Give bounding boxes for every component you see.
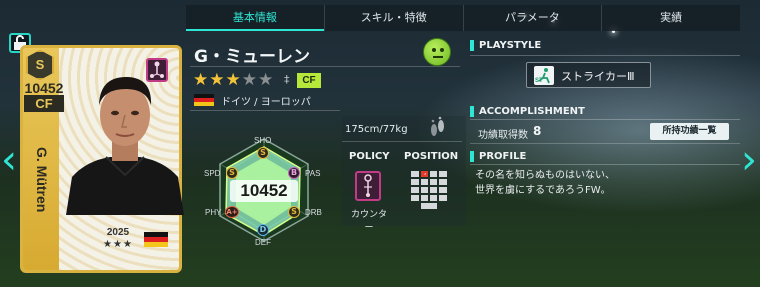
grade-badge-def: D [257,224,269,236]
grade-badge-phy: A+ [225,206,239,218]
grade-badge-sho: S [257,147,269,159]
accomplishment-label: 功績取得数 [478,130,528,141]
star-filled-icon: ★ [209,70,226,90]
nationality: ドイツ / ヨーロッパ [221,97,311,108]
profile-line: その名を知らぬものはいない、 [475,170,615,181]
divider [190,66,460,67]
grade-badge-pas: B [288,167,300,179]
axis-label-phy: PHY [205,208,222,217]
playstyle-header: PLAYSTYLE [479,40,542,51]
axis-label-drb: DRB [305,208,322,217]
divider [470,119,740,120]
tab-bar: 基本情報 スキル・特徴 パラメータ 実績 [186,5,740,31]
star-filled-icon: ★ [225,70,242,90]
counter-policy-icon[interactable] [355,171,381,201]
tab-parameters[interactable]: パラメータ [464,5,603,31]
accomplishment-count: 8 [533,124,542,138]
tab-achievements[interactable]: 実績 [602,5,740,31]
profile-line: 世界を虜にするであろうFW。 [475,185,611,196]
divider [190,110,340,111]
expand-icon: ‡ [284,73,290,86]
position-header: POSITION [404,151,459,162]
playstyle-icon-text: ST [535,78,543,84]
card-overall-rating: 10452 [24,80,64,96]
striker-icon: ST [534,66,554,85]
section-marker [470,151,474,162]
height-weight: 175cm/77kg [345,124,408,135]
card-player-name: G. Mütren [34,147,50,213]
position-tag: CF [297,73,321,88]
position-map[interactable] [408,169,450,211]
tab-skills-traits[interactable]: スキル・特徴 [325,5,464,31]
next-player-arrow-icon[interactable]: › [740,140,758,184]
star-filled-icon: ★ [193,70,210,90]
playstyle-value: ストライカーⅢ [561,70,635,83]
section-marker [470,40,474,51]
player-portrait [66,65,184,215]
axis-label-spd: SPD [204,169,221,178]
divider [470,143,740,144]
germany-flag-icon [194,94,214,106]
footprint-icon [428,116,446,138]
section-marker [470,106,474,117]
axis-label-def: DEF [255,238,271,247]
star-empty-icon: ★ [258,70,275,90]
previous-player-arrow-icon[interactable]: ‹ [0,140,18,184]
card-year: 2025 [106,227,130,238]
axis-label-sho: SHO [254,136,272,145]
star-empty-icon: ★ [241,70,258,90]
divider [342,141,462,142]
grade-badge-drb: S [288,206,300,218]
divider [470,55,740,56]
axis-label-pas: PAS [305,169,321,178]
grade-badge-spd: S [226,167,238,179]
accomplishment-list-button[interactable]: 所持功績一覧 [650,123,729,140]
rarity-stars: ★★★★★ [193,70,274,90]
profile-description: その名を知らぬものはいない、 世界を虜にするであろうFW。 [475,168,735,198]
divider [470,164,740,165]
tab-basic-info[interactable]: 基本情報 [186,5,325,31]
policy-value: カウンター [350,210,387,233]
card-position: CF [24,95,64,112]
neutral-face-icon[interactable] [423,38,451,66]
accomplishment-header: ACCOMPLISHMENT [479,106,585,117]
policy-header: POLICY [349,151,390,162]
total-rating: 10452 [230,180,298,202]
germany-flag-icon [144,232,168,247]
profile-header: PROFILE [479,151,527,162]
card-stars: ★★★ [103,239,133,250]
player-name: G・ミューレン [194,47,310,67]
